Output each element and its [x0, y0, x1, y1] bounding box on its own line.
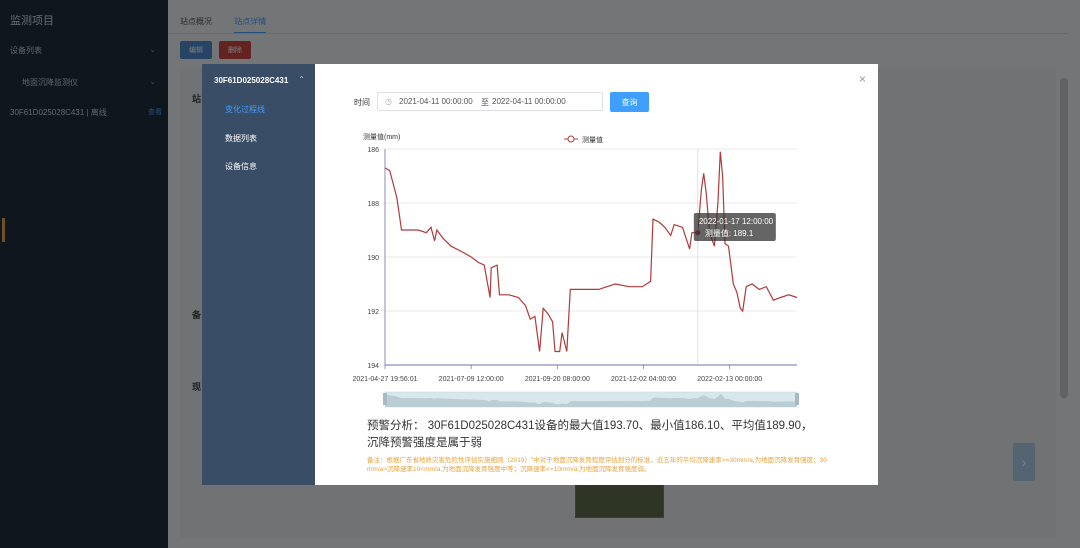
chart-legend[interactable]: 测量值	[564, 135, 603, 144]
y-tick-label: 186	[367, 147, 379, 154]
device-id[interactable]: 30F61D025028C431	[214, 76, 288, 85]
y-tick-label: 194	[367, 363, 379, 370]
legend-label: 测量值	[582, 135, 603, 144]
x-tick-label: 2021-07-09 12:00:00	[439, 376, 504, 383]
series-line	[384, 151, 798, 353]
date-range-picker[interactable]: ◷ 2021-04-11 00:00:00 至 2022-04-11 00:00…	[377, 92, 603, 111]
tooltip-title: 2022-01-17 12:00:00	[699, 217, 774, 226]
x-tick-label: 2021-12-02 04:00:00	[611, 376, 676, 383]
x-tick-label: 2021-04-27 19:56:01	[353, 376, 418, 383]
settlement-chart: 测量值(mm) 测量值 186 188 190 192 194 2021-04-27 1…	[353, 132, 799, 408]
query-button[interactable]: 查询	[610, 92, 649, 112]
warning-analysis: 预警分析： 30F61D025028C431设备的最大值193.70、最小值18…	[367, 420, 813, 449]
x-tick-labels: 2021-04-27 19:56:01 2021-07-09 12:00:00 20…	[353, 365, 762, 383]
y-tick-label: 190	[367, 255, 379, 262]
menu-trend-line[interactable]: 变化过程线	[225, 104, 265, 115]
device-modal: 30F61D025028C431 ⌃ 变化过程线 数据列表 设备信息 × 时间 …	[202, 64, 878, 485]
date-end[interactable]: 2022-04-11 00:00:00	[492, 97, 566, 106]
x-tick-label: 2021-09-20 08:00:00	[525, 376, 590, 383]
y-axis-label: 测量值(mm)	[363, 132, 400, 141]
chevron-up-icon: ⌃	[298, 75, 305, 84]
chart-grid	[384, 148, 797, 366]
modal-sidebar: 30F61D025028C431 ⌃ 变化过程线 数据列表 设备信息	[202, 64, 315, 485]
tooltip: 2022-01-17 12:00:00 测量值: 189.1	[693, 213, 776, 241]
date-start[interactable]: 2021-04-11 00:00:00	[399, 97, 473, 106]
standard-note: 备注：根据广东省地质灾害危险性评估实施细则（2019）"中对于地面沉降发育程度评…	[367, 457, 827, 473]
zoom-handle-right[interactable]	[795, 393, 799, 405]
y-tick-label: 192	[367, 309, 379, 316]
menu-data-list[interactable]: 数据列表	[225, 133, 257, 144]
tooltip-value: 测量值: 189.1	[705, 228, 754, 238]
time-label: 时间	[354, 98, 370, 107]
y-tick-label: 188	[367, 201, 379, 208]
zoom-handle-left[interactable]	[383, 393, 387, 405]
menu-device-info[interactable]: 设备信息	[225, 161, 257, 172]
clock-icon: ◷	[385, 97, 392, 106]
close-icon[interactable]: ×	[859, 72, 866, 86]
date-separator: 至	[481, 98, 489, 107]
legend-marker	[567, 135, 575, 143]
y-tick-labels: 186 188 190 192 194	[367, 147, 379, 370]
x-tick-label: 2022-02-13 00:00:00	[697, 376, 762, 383]
